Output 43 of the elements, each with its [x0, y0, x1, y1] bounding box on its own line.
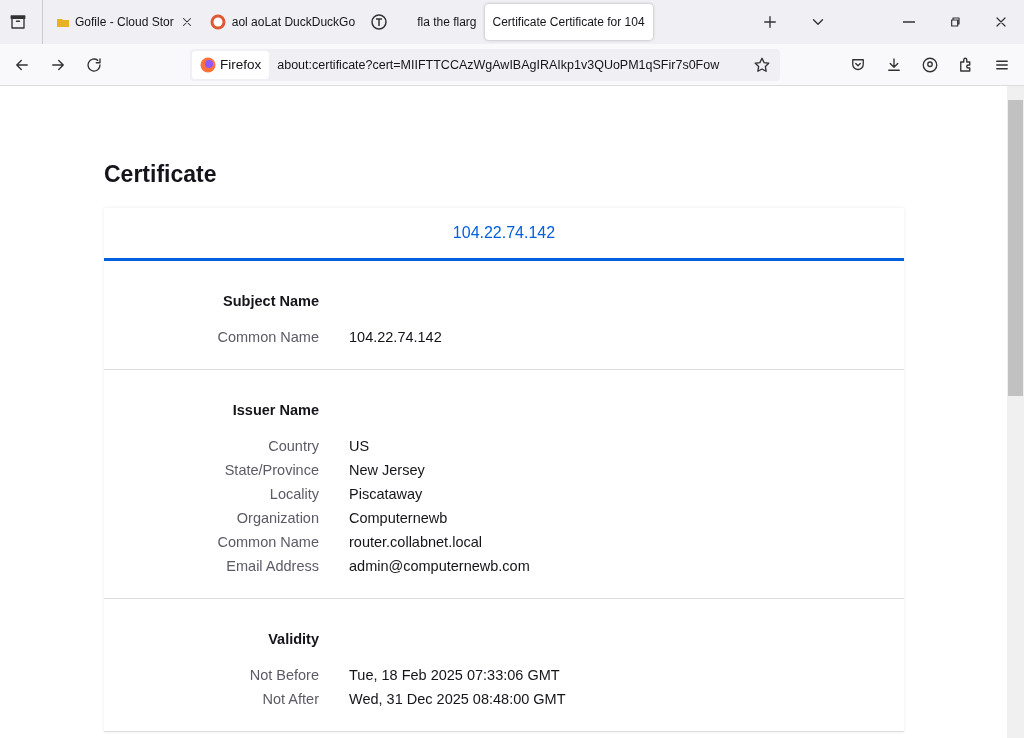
field-value: Piscataway	[349, 485, 424, 504]
minimize-icon	[903, 21, 915, 23]
browser-tab[interactable]: fla the flarg	[409, 4, 485, 40]
field-label: Locality	[268, 485, 319, 504]
plus-icon	[761, 13, 779, 31]
browser-tab[interactable]: Certificate Certificate for 104	[484, 4, 653, 40]
field-value: router.collabnet.local	[349, 533, 483, 552]
field-label: Email Address	[225, 557, 319, 576]
field-label: Not Before	[248, 666, 319, 685]
page-heading: Certificate	[104, 161, 218, 188]
field-value: 104.22.74.142	[349, 328, 443, 347]
scrollbar-thumb[interactable]	[1008, 100, 1023, 396]
field-label: Common Name	[216, 533, 319, 552]
reload-icon	[85, 55, 103, 74]
field-label: Country	[267, 437, 319, 456]
field-label: Not After	[261, 690, 319, 709]
url-text: about:certificate?cert=MIIFTTCCAzWgAwIBAgIRAIkp1v3QUoPM1qSFir7s0Fow	[277, 57, 721, 72]
address-bar[interactable]: Firefox about:certificate?cert=MIIFTTCCAzWgAwIBAgIRAIkp1v3QUoPM1qSFir7s0Fow	[190, 48, 780, 81]
identity-button[interactable]: Firefox	[192, 50, 270, 79]
scrollbar[interactable]	[1007, 86, 1024, 738]
field-label: Common Name	[216, 328, 319, 347]
star-icon	[753, 55, 771, 74]
t-circle-icon	[371, 14, 388, 30]
field-value: US	[349, 437, 371, 456]
duck-icon	[209, 14, 226, 30]
browser-tab[interactable]: Gofile - Cloud Stor	[49, 4, 202, 40]
field-value: Tue, 18 Feb 2025 07:33:06 GMT	[349, 666, 561, 685]
section-title: Subject Name	[222, 292, 319, 311]
account-icon	[921, 55, 939, 74]
certificate-tab[interactable]: 104.22.74.142	[104, 208, 904, 261]
section-title: Issuer Name	[231, 401, 319, 420]
download-icon	[885, 55, 903, 74]
archive-icon	[9, 13, 27, 31]
field-label: Organization	[235, 509, 319, 528]
field-value: New Jersey	[349, 461, 426, 480]
field-label: State/Province	[223, 461, 319, 480]
browser-tab[interactable]: aol aoLat DuckDuckGo	[201, 4, 364, 40]
section-title: Validity	[267, 630, 319, 649]
folder-icon	[57, 17, 69, 27]
firefox-logo-icon	[200, 56, 216, 73]
field-value: Computernewb	[349, 509, 449, 528]
field-value: admin@computernewb.com	[349, 557, 531, 576]
field-value: Wed, 31 Dec 2025 08:48:00 GMT	[349, 690, 567, 709]
